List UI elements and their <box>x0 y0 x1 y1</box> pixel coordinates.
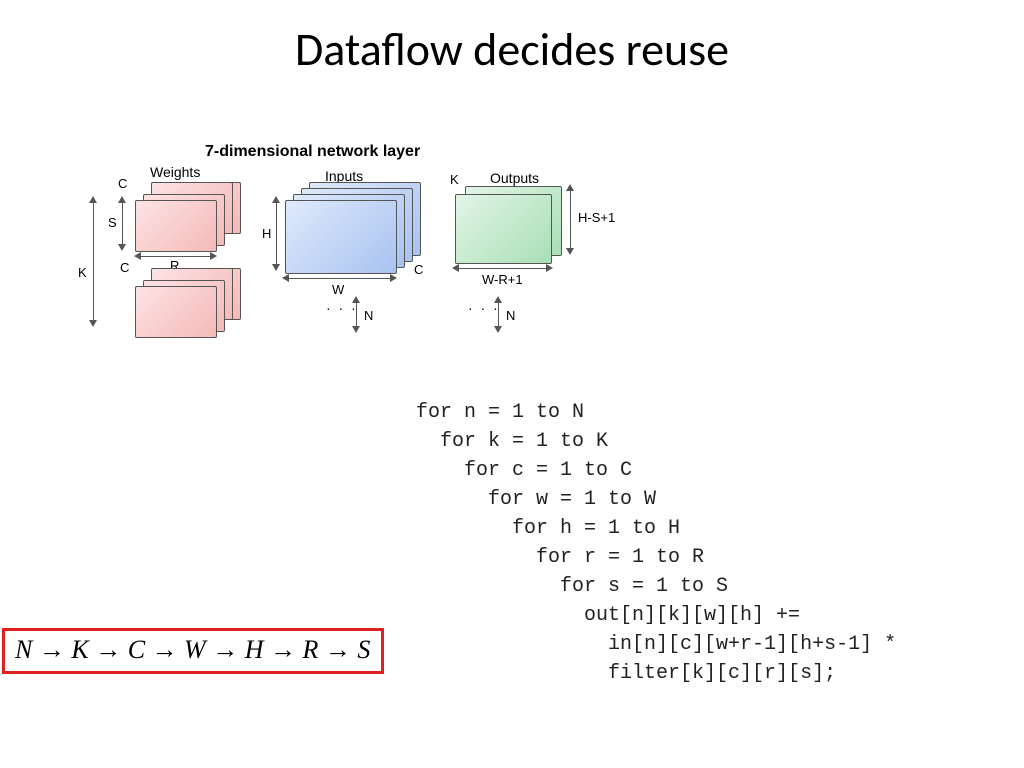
weights-dim-k: K <box>78 265 87 280</box>
loop-order-box: N→K→C→W→H→R→S <box>2 628 384 674</box>
order-w: W <box>184 635 206 664</box>
order-s: S <box>357 635 371 664</box>
order-h: H <box>245 635 264 664</box>
order-r: R <box>302 635 318 664</box>
weights-dim-c2: C <box>120 260 129 275</box>
inputs-dim-h: H <box>262 226 271 241</box>
outputs-dim-h: H-S+1 <box>578 210 615 225</box>
weights-stack <box>135 182 245 252</box>
order-c: C <box>128 635 146 664</box>
diagram-caption: 7-dimensional network layer <box>205 143 420 161</box>
outputs-dim-k: K <box>450 172 459 187</box>
order-n: N <box>15 635 33 664</box>
slide-title: Dataflow decides reuse <box>0 22 1024 78</box>
outputs-dim-n: N <box>506 308 515 323</box>
inputs-dim-c: C <box>414 262 423 277</box>
inputs-dim-n: N <box>364 308 373 323</box>
weights-stack-2 <box>135 268 245 338</box>
outputs-title: Outputs <box>490 170 539 186</box>
outputs-dim-w: W-R+1 <box>482 272 523 287</box>
order-k: K <box>71 635 89 664</box>
outputs-stack <box>455 186 585 271</box>
inputs-stack <box>285 182 435 277</box>
weights-title: Weights <box>150 164 200 180</box>
inputs-dim-w: W <box>332 282 344 297</box>
loop-code: for n = 1 to N for k = 1 to K for c = 1 … <box>416 398 896 688</box>
weights-dim-c: C <box>118 176 127 191</box>
tensor-diagram: Weights C S K R C Inputs H W C <box>90 160 650 370</box>
weights-dim-s: S <box>108 215 117 230</box>
